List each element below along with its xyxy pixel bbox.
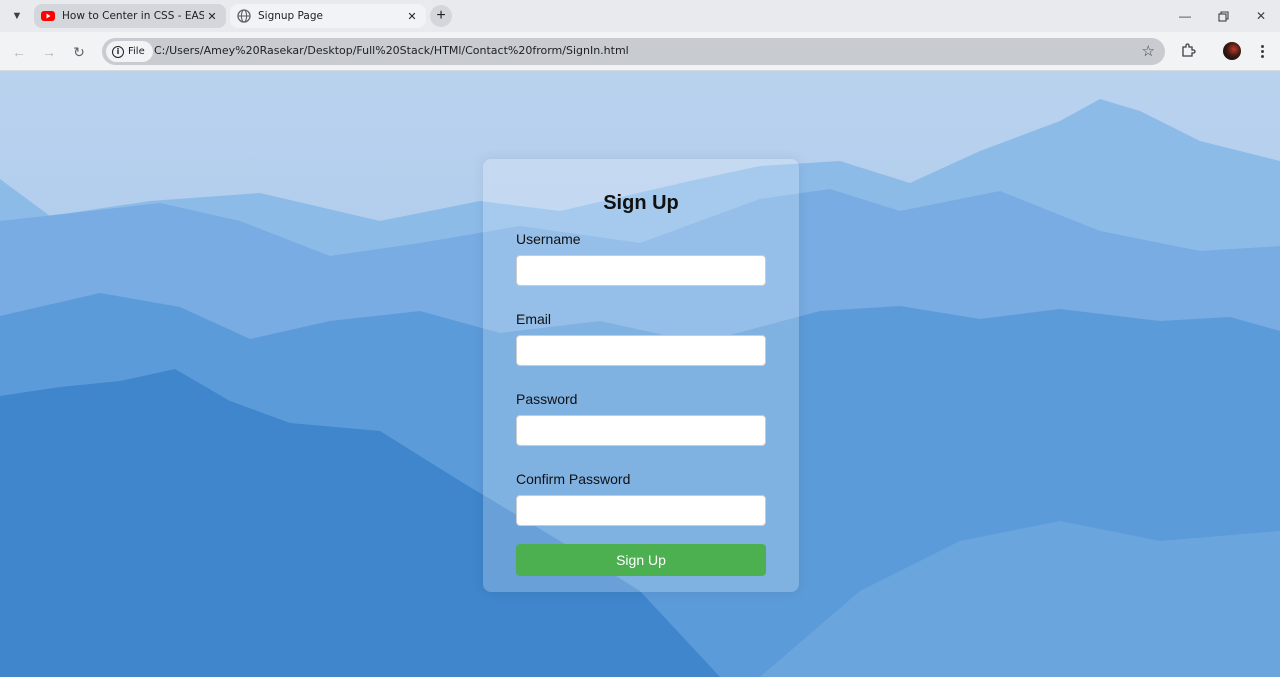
confirm-password-input[interactable] (516, 495, 766, 526)
email-input[interactable] (516, 335, 766, 366)
menu-kebab-icon[interactable] (1252, 41, 1272, 61)
sign-up-button[interactable]: Sign Up (516, 544, 766, 576)
tab-title: Signup Page (258, 10, 323, 22)
file-label: File (128, 46, 145, 57)
password-input[interactable] (516, 415, 766, 446)
bookmark-star-icon[interactable]: ☆ (1142, 42, 1155, 60)
close-window-icon[interactable]: ✕ (1242, 0, 1280, 32)
tab-signup-page[interactable]: Signup Page ✕ (230, 4, 426, 28)
address-bar[interactable]: i File C:/Users/Amey%20Rasekar/Desktop/F… (102, 38, 1165, 65)
forward-arrow-icon[interactable]: → (38, 41, 60, 63)
info-icon: i (112, 45, 124, 58)
site-info-chip[interactable]: i File (106, 41, 153, 62)
username-label: Username (516, 231, 581, 247)
url-text[interactable]: C:/Users/Amey%20Rasekar/Desktop/Full%20S… (154, 44, 629, 57)
confirm-password-label: Confirm Password (516, 471, 631, 487)
tab-title: How to Center in CSS - EASY (C (62, 10, 204, 22)
minimize-icon[interactable]: — (1166, 0, 1204, 32)
globe-icon (237, 9, 251, 23)
extensions-puzzle-icon[interactable] (1178, 40, 1198, 60)
password-label: Password (516, 391, 578, 407)
email-label: Email (516, 311, 552, 327)
tab-search-chevron-icon[interactable]: ▼ (6, 6, 28, 26)
tab-youtube[interactable]: How to Center in CSS - EASY (C ✕ (34, 4, 226, 28)
new-tab-button[interactable]: + (430, 5, 452, 27)
reload-icon[interactable]: ↻ (68, 41, 90, 63)
page-viewport: Sign Up Username Email Password Confirm … (0, 71, 1280, 677)
form-title: Sign Up (603, 192, 679, 214)
close-tab-icon[interactable]: ✕ (204, 8, 220, 24)
back-arrow-icon[interactable]: ← (8, 41, 30, 63)
username-input[interactable] (516, 255, 766, 286)
tab-strip: ▼ How to Center in CSS - EASY (C ✕ Signu… (0, 0, 1280, 32)
youtube-icon (41, 9, 55, 23)
browser-toolbar: ← → ↻ i File C:/Users/Amey%20Rasekar/Des… (0, 32, 1280, 71)
close-tab-icon[interactable]: ✕ (404, 8, 420, 24)
profile-avatar[interactable] (1223, 42, 1241, 60)
signup-card: Sign Up Username Email Password Confirm … (483, 159, 799, 592)
restore-icon[interactable] (1204, 0, 1242, 32)
